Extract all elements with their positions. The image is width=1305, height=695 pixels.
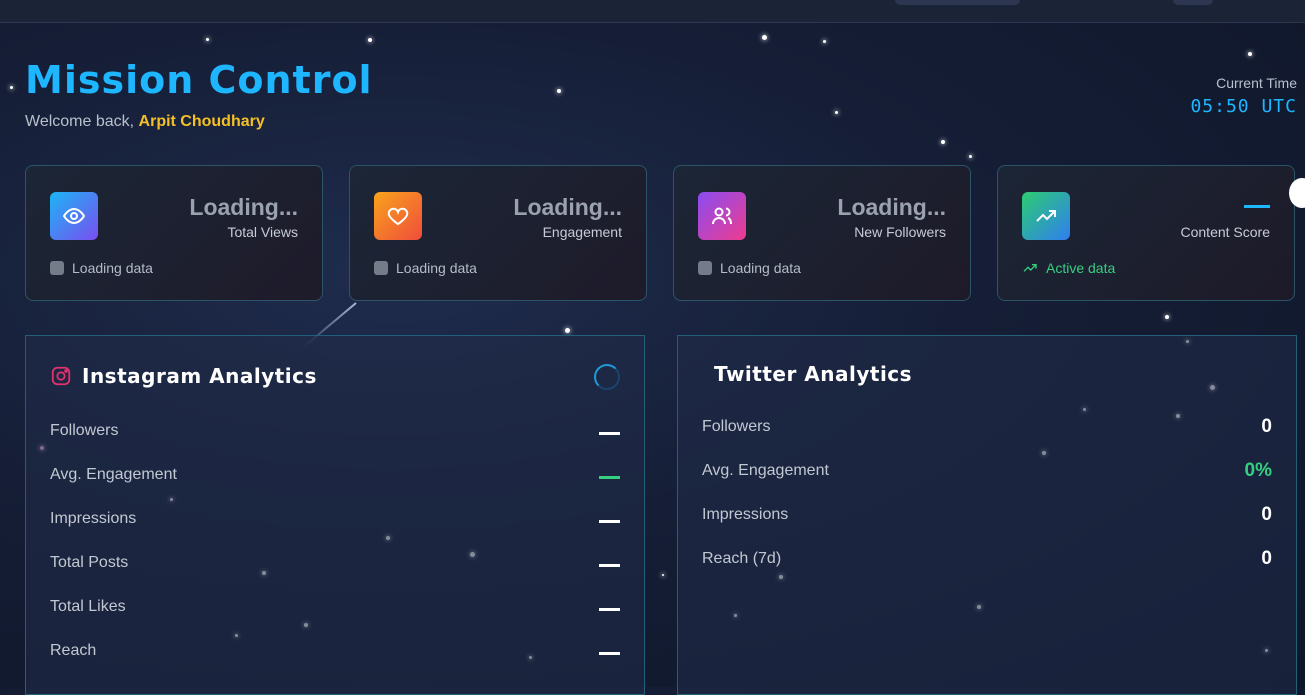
browser-top-bar: [0, 0, 1305, 23]
instagram-row-reach: Reach: [50, 642, 620, 664]
users-icon: [698, 192, 746, 240]
stat-footer-text: Active data: [1046, 260, 1116, 276]
stat-footer-text: Loading data: [72, 260, 153, 276]
stat-footer: Loading data: [50, 260, 153, 276]
row-label: Reach (7d): [702, 550, 782, 567]
instagram-row-total-posts: Total Posts: [50, 554, 620, 576]
stat-label: New Followers: [854, 224, 946, 240]
empty-value-indicator: [599, 476, 620, 479]
instagram-row-impressions: Impressions: [50, 510, 620, 532]
trending-up-small-icon: [1023, 264, 1037, 272]
current-time-label: Current Time: [1216, 75, 1297, 91]
stat-card-total-views[interactable]: Loading... Total Views Loading data: [25, 165, 323, 301]
stat-label: Total Views: [227, 224, 298, 240]
stat-value: Loading...: [513, 194, 622, 220]
stat-value-empty-indicator: [1244, 205, 1270, 208]
stat-value: Loading...: [189, 194, 298, 220]
row-label: Total Posts: [50, 554, 129, 571]
twitter-row-impressions: Impressions 0: [702, 504, 1272, 528]
trending-up-icon: [1022, 192, 1070, 240]
stat-card-new-followers[interactable]: Loading... New Followers Loading data: [673, 165, 971, 301]
heart-icon: [374, 192, 422, 240]
row-label: Avg. Engagement: [50, 466, 177, 483]
top-bar-button[interactable]: [1173, 0, 1213, 5]
user-name: Arpit Choudhary: [138, 113, 265, 130]
empty-value-indicator: [599, 432, 620, 435]
stat-footer-text: Loading data: [720, 260, 801, 276]
row-label: Impressions: [50, 510, 137, 527]
row-value: 0: [1261, 504, 1272, 525]
stat-card-content-score[interactable]: Content Score Active data: [997, 165, 1295, 301]
twitter-row-avg-engagement: Avg. Engagement 0%: [702, 460, 1272, 484]
row-value: 0: [1261, 548, 1272, 569]
row-label: Followers: [702, 418, 771, 435]
stat-footer: Active data: [1022, 260, 1115, 276]
loading-placeholder-icon: [374, 261, 388, 275]
empty-value-indicator: [599, 608, 620, 611]
stat-value: Loading...: [837, 194, 946, 220]
eye-icon: [50, 192, 98, 240]
instagram-row-total-likes: Total Likes: [50, 598, 620, 620]
instagram-analytics-panel: Instagram Analytics Followers Avg. Engag…: [25, 335, 645, 695]
empty-value-indicator: [599, 520, 620, 523]
twitter-analytics-panel: Twitter Analytics Followers 0 Avg. Engage…: [677, 335, 1297, 695]
current-time-value: 05:50 UTC: [1190, 96, 1297, 117]
top-bar-tab[interactable]: [895, 0, 1020, 5]
row-value: 0: [1261, 416, 1272, 437]
loading-placeholder-icon: [698, 261, 712, 275]
stat-card-engagement[interactable]: Loading... Engagement Loading data: [349, 165, 647, 301]
loading-spinner-icon: [594, 364, 620, 390]
page-title: Mission Control: [25, 58, 373, 102]
stat-footer-text: Loading data: [396, 260, 477, 276]
welcome-text: Welcome back, Arpit Choudhary: [25, 113, 265, 131]
instagram-title: Instagram Analytics: [82, 364, 317, 388]
row-label: Avg. Engagement: [702, 462, 829, 479]
row-label: Followers: [50, 422, 119, 439]
twitter-row-followers: Followers 0: [702, 416, 1272, 440]
loading-placeholder-icon: [50, 261, 64, 275]
row-label: Total Likes: [50, 598, 126, 615]
stat-label: Engagement: [542, 224, 622, 240]
row-label: Impressions: [702, 506, 789, 523]
twitter-title: Twitter Analytics: [714, 362, 913, 386]
welcome-prefix: Welcome back,: [25, 113, 139, 130]
stat-footer: Loading data: [698, 260, 801, 276]
row-value: 0%: [1244, 460, 1272, 481]
stat-footer: Loading data: [374, 260, 477, 276]
row-label: Reach: [50, 642, 97, 659]
twitter-row-reach-7d: Reach (7d) 0: [702, 548, 1272, 572]
empty-value-indicator: [599, 564, 620, 567]
empty-value-indicator: [599, 652, 620, 655]
stat-label: Content Score: [1180, 224, 1271, 240]
instagram-icon: [51, 366, 71, 386]
instagram-row-followers: Followers: [50, 422, 620, 444]
instagram-row-avg-engagement: Avg. Engagement: [50, 466, 620, 488]
